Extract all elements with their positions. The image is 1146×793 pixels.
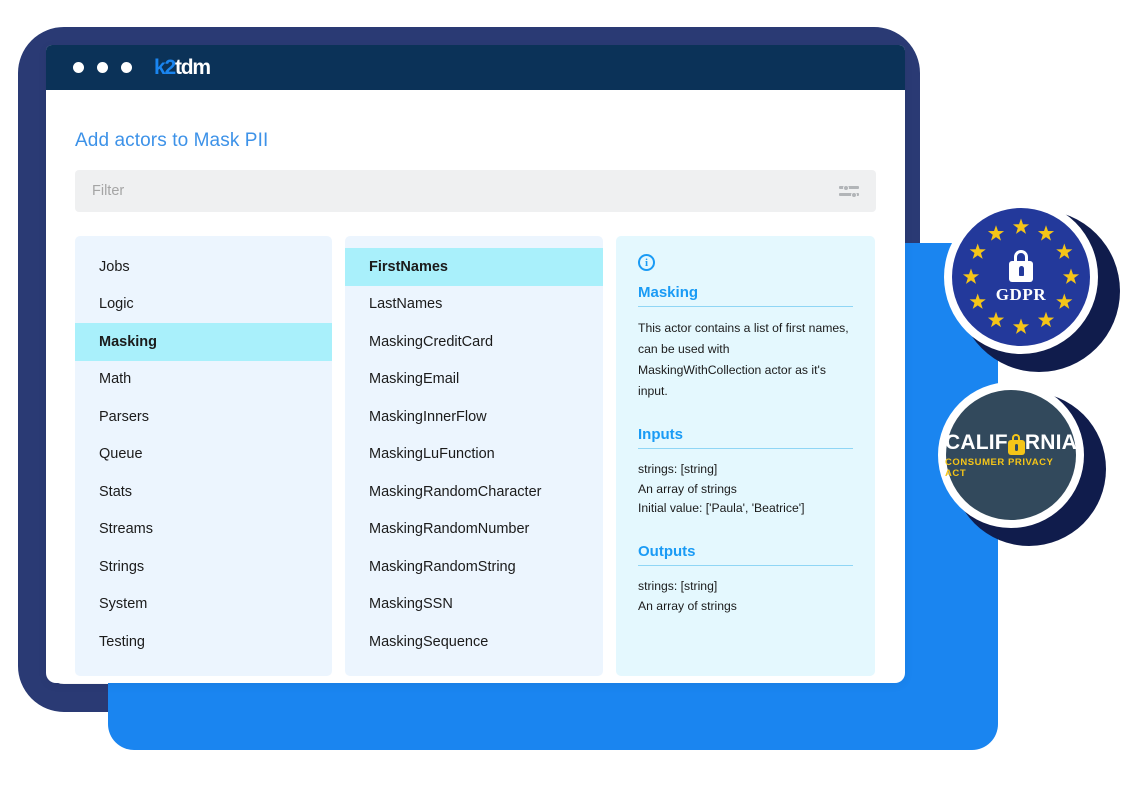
category-item-masking[interactable]: Masking (75, 323, 332, 361)
page-title: Add actors to Mask PII (75, 130, 269, 151)
outputs-list: strings: [string] An array of strings (638, 577, 853, 617)
actor-item-lastnames[interactable]: LastNames (345, 286, 603, 324)
actor-item-label: MaskingCreditCard (369, 333, 494, 350)
window-titlebar: k2 tdm (46, 45, 905, 90)
category-item-label: Queue (99, 446, 143, 462)
gdpr-badge-face: GDPR (952, 208, 1090, 346)
category-item-label: Math (99, 371, 132, 387)
output-line: An array of strings (638, 599, 737, 613)
gdpr-label: GDPR (995, 284, 1047, 304)
screenshot-root: k2 tdm Add actors to Mask PII Jobs Logic M… (0, 0, 1146, 793)
inputs-list: strings: [string] An array of strings Init… (638, 460, 853, 519)
actor-item-label: MaskingRandomNumber (369, 521, 530, 537)
output-line: strings: [string] (638, 579, 718, 594)
category-item-math[interactable]: Math (75, 361, 332, 399)
ccpa-compliance-badge: CALIF RNIA CONSUMER PRIVACY ACT (938, 382, 1106, 550)
lock-icon (1007, 433, 1025, 455)
category-item-label: Streams (99, 521, 153, 537)
actor-item-maskingsequence[interactable]: MaskingSequence (345, 623, 603, 661)
actor-item-maskingrandomnumber[interactable]: MaskingRandomNumber (345, 511, 603, 549)
category-item-label: Testing (99, 633, 145, 650)
actor-item-maskinglufunction[interactable]: MaskingLuFunction (345, 436, 603, 474)
category-item-stats[interactable]: Stats (75, 473, 332, 511)
actor-list: FirstNames LastNames MaskingCreditCard Mask… (345, 236, 603, 676)
actor-item-label: MaskingRandomCharacter (369, 483, 542, 500)
window-controls[interactable] (73, 62, 132, 73)
actor-item-firstnames[interactable]: FirstNames (345, 248, 603, 286)
input-line: An array of strings (638, 481, 737, 496)
category-list: Jobs Logic Masking Math Parsers Queue Stats Str… (75, 236, 332, 676)
tune-icon[interactable] (839, 183, 859, 199)
details-heading: Masking (638, 284, 853, 307)
three-column-browser: Jobs Logic Masking Math Parsers Queue Stats Str… (75, 236, 876, 676)
category-item-label: System (99, 596, 148, 612)
actor-item-label: MaskingSequence (369, 633, 489, 650)
ccpa-title: CALIF RNIA (945, 431, 1077, 455)
outputs-heading: Outputs (638, 543, 853, 567)
input-line: Initial value: ['Paula', 'Beatrice'] (638, 501, 805, 516)
app-window: k2 tdm Add actors to Mask PII Jobs Logic M… (46, 45, 905, 683)
category-item-parsers[interactable]: Parsers (75, 398, 332, 436)
logo-mark-text: k2 (154, 55, 176, 79)
actor-item-maskingssn[interactable]: MaskingSSN (345, 586, 603, 624)
category-item-logic[interactable]: Logic (75, 286, 332, 324)
category-item-jobs[interactable]: Jobs (75, 248, 332, 286)
category-item-streams[interactable]: Streams (75, 511, 332, 549)
details-description: This actor contains a list of first name… (638, 321, 849, 398)
actor-item-label: FirstNames (369, 258, 448, 275)
window-maximize-dot[interactable] (121, 62, 132, 73)
input-line: strings: [string] (638, 461, 718, 476)
ccpa-badge-face: CALIF RNIA CONSUMER PRIVACY ACT (945, 390, 1077, 520)
category-item-queue[interactable]: Queue (75, 436, 332, 474)
category-item-testing[interactable]: Testing (75, 623, 332, 661)
actor-item-maskingcreditcard[interactable]: MaskingCreditCard (345, 323, 603, 361)
ccpa-subtitle: CONSUMER PRIVACY ACT (945, 457, 1054, 479)
logo-word-text: tdm (174, 55, 211, 79)
actor-item-label: MaskingLuFunction (369, 446, 495, 462)
actor-item-maskingemail[interactable]: MaskingEmail (345, 361, 603, 399)
details-panel: i Masking This actor contains a list of … (616, 236, 875, 676)
ccpa-title-part1: CALIF (945, 431, 1008, 454)
category-item-label: Parsers (99, 408, 149, 425)
category-item-label: Logic (99, 296, 134, 312)
category-item-label: Strings (99, 558, 145, 575)
app-content: Add actors to Mask PII Jobs Logic Masking M… (46, 90, 905, 676)
category-item-label: Stats (99, 483, 133, 500)
window-minimize-dot[interactable] (97, 62, 108, 73)
actor-item-label: LastNames (369, 296, 443, 312)
category-item-label: Jobs (99, 258, 130, 275)
category-item-system[interactable]: System (75, 586, 332, 624)
actor-item-label: MaskingRandomString (369, 558, 516, 575)
category-item-strings[interactable]: Strings (75, 548, 332, 586)
app-logo: k2 tdm (154, 55, 211, 80)
window-close-dot[interactable] (73, 62, 84, 73)
info-icon: i (638, 254, 655, 271)
actor-item-label: MaskingEmail (369, 371, 460, 387)
actor-item-maskingrandomcharacter[interactable]: MaskingRandomCharacter (345, 473, 603, 511)
inputs-heading: Inputs (638, 426, 853, 449)
ccpa-title-part2: RNIA (1024, 431, 1077, 454)
actor-item-label: MaskingInnerFlow (369, 408, 487, 425)
actor-item-label: MaskingSSN (369, 596, 453, 612)
search-input[interactable] (92, 183, 839, 199)
actor-item-maskingrandomstring[interactable]: MaskingRandomString (345, 548, 603, 586)
actor-item-maskinginnerflow[interactable]: MaskingInnerFlow (345, 398, 603, 436)
gdpr-compliance-badge: GDPR (944, 200, 1120, 376)
category-item-label: Masking (99, 333, 158, 350)
lock-icon (1008, 249, 1034, 282)
filter-bar[interactable] (75, 170, 876, 212)
